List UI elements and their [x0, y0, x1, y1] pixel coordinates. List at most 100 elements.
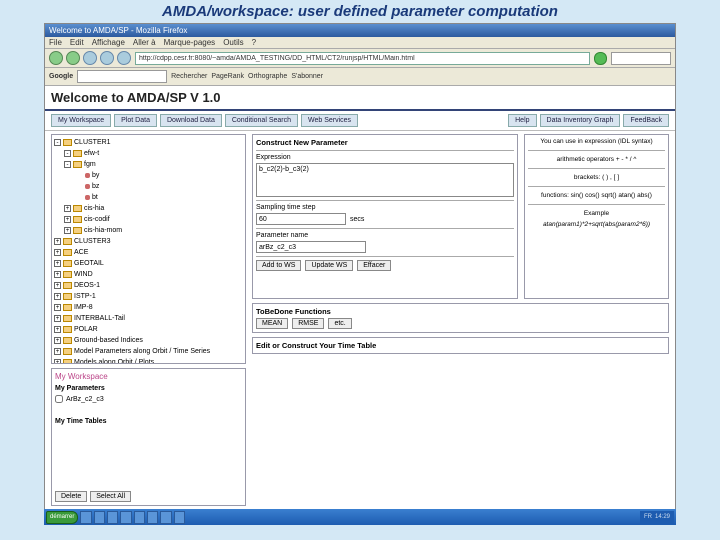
expand-icon[interactable]: + — [54, 359, 61, 364]
delete-button[interactable]: Delete — [55, 491, 87, 502]
tab-help[interactable]: Help — [508, 114, 536, 127]
tree-item[interactable]: +cis-hia — [54, 203, 243, 214]
menu-tools[interactable]: Outils — [223, 38, 243, 47]
taskbar-item[interactable] — [94, 511, 105, 524]
reload-button[interactable] — [83, 51, 97, 65]
tree-item[interactable]: +POLAR — [54, 324, 243, 335]
tree-item[interactable]: +Models along Orbit / Plots — [54, 357, 243, 364]
functions-panel: ToBeDone Functions MEAN RMSE etc. — [252, 303, 669, 333]
expand-icon[interactable]: + — [54, 348, 61, 355]
tree-label: Model Parameters along Orbit / Time Seri… — [74, 346, 210, 357]
folder-icon — [63, 315, 72, 322]
menu-view[interactable]: Affichage — [92, 38, 125, 47]
expand-icon[interactable]: + — [54, 326, 61, 333]
expand-icon[interactable]: + — [54, 271, 61, 278]
start-button[interactable]: démarrer — [46, 511, 78, 524]
expression-input[interactable]: b_c2(2)-b_c3(2) — [256, 163, 514, 197]
data-tree[interactable]: -CLUSTER1-efw-t-fgmbybzbt+cis-hia+cis-co… — [51, 134, 246, 364]
select-all-button[interactable]: Select All — [90, 491, 131, 502]
func-etc-button[interactable]: etc. — [328, 318, 351, 329]
expand-icon[interactable]: + — [64, 227, 71, 234]
taskbar-item[interactable] — [80, 511, 91, 524]
taskbar-item[interactable] — [160, 511, 171, 524]
menu-bookmarks[interactable]: Marque-pages — [164, 38, 216, 47]
google-subscribe[interactable]: S'abonner — [291, 73, 323, 80]
tree-item[interactable]: +cis-hia-mom — [54, 225, 243, 236]
tree-item[interactable]: by — [54, 170, 243, 181]
window-title: Welcome to AMDA/SP - Mozilla Firefox — [49, 26, 187, 35]
tab-webservices[interactable]: Web Services — [301, 114, 358, 127]
google-search-btn[interactable]: Rechercher — [171, 73, 207, 80]
tree-item[interactable]: + Model Parameters along Orbit / Time Ser… — [54, 346, 243, 357]
tree-item[interactable]: +INTERBALL-Tail — [54, 313, 243, 324]
home-button[interactable] — [117, 51, 131, 65]
taskbar-item[interactable] — [147, 511, 158, 524]
param-item[interactable]: ArBz_c2_c3 — [55, 394, 242, 404]
expand-icon[interactable]: - — [64, 150, 71, 157]
browser-search-input[interactable] — [611, 52, 671, 65]
menu-edit[interactable]: Edit — [70, 38, 84, 47]
tree-item[interactable]: +CLUSTER3 — [54, 236, 243, 247]
stop-button[interactable] — [100, 51, 114, 65]
expand-icon[interactable]: + — [64, 205, 71, 212]
update-ws-button[interactable]: Update WS — [305, 260, 353, 271]
expand-icon[interactable]: + — [54, 260, 61, 267]
tree-item[interactable]: bt — [54, 192, 243, 203]
sampling-input[interactable] — [256, 213, 346, 225]
tree-item[interactable]: - CLUSTER1 — [54, 137, 243, 148]
expand-icon[interactable]: - — [64, 161, 71, 168]
expand-icon[interactable]: + — [54, 337, 61, 344]
tab-search[interactable]: Conditional Search — [225, 114, 298, 127]
tab-workspace[interactable]: My Workspace — [51, 114, 111, 127]
tree-label: CLUSTER1 — [74, 137, 111, 148]
expand-icon[interactable]: + — [54, 249, 61, 256]
forward-button[interactable] — [66, 51, 80, 65]
tree-item[interactable]: bz — [54, 181, 243, 192]
param-checkbox[interactable] — [55, 395, 63, 403]
expand-icon[interactable]: - — [54, 139, 61, 146]
expand-icon[interactable]: + — [54, 293, 61, 300]
system-tray[interactable]: FR 14:29 — [640, 511, 674, 524]
tree-item[interactable]: +DEOS-1 — [54, 280, 243, 291]
tab-download[interactable]: Download Data — [160, 114, 222, 127]
func-mean-button[interactable]: MEAN — [256, 318, 288, 329]
effacer-button[interactable]: Effacer — [357, 260, 391, 271]
menu-file[interactable]: File — [49, 38, 62, 47]
add-to-ws-button[interactable]: Add to WS — [256, 260, 301, 271]
expand-icon[interactable]: + — [54, 304, 61, 311]
tree-item[interactable]: +cis-codif — [54, 214, 243, 225]
tree-item[interactable]: +ACE — [54, 247, 243, 258]
tree-item[interactable]: +GEOTAIL — [54, 258, 243, 269]
tree-item[interactable]: -efw-t — [54, 148, 243, 159]
main-area: -CLUSTER1-efw-t-fgmbybzbt+cis-hia+cis-co… — [45, 131, 675, 509]
param-name-input[interactable] — [256, 241, 366, 253]
menu-help[interactable]: ? — [252, 38, 256, 47]
tab-plot[interactable]: Plot Data — [114, 114, 157, 127]
tree-item[interactable]: -fgm — [54, 159, 243, 170]
taskbar-item[interactable] — [120, 511, 131, 524]
folder-icon — [63, 304, 72, 311]
tab-feedback[interactable]: FeedBack — [623, 114, 669, 127]
taskbar-item[interactable] — [107, 511, 118, 524]
menu-goto[interactable]: Aller à — [133, 38, 156, 47]
expand-icon[interactable]: + — [54, 238, 61, 245]
url-input[interactable] — [135, 52, 590, 65]
func-rmse-button[interactable]: RMSE — [292, 318, 324, 329]
taskbar-item[interactable] — [134, 511, 145, 524]
go-button[interactable] — [594, 52, 607, 65]
expand-icon[interactable]: + — [54, 282, 61, 289]
tree-item[interactable]: +ISTP-1 — [54, 291, 243, 302]
expand-icon[interactable]: + — [54, 315, 61, 322]
google-pagerank[interactable]: PageRank — [211, 73, 244, 80]
taskbar-item[interactable] — [174, 511, 185, 524]
google-search-input[interactable] — [77, 70, 167, 83]
back-button[interactable] — [49, 51, 63, 65]
tree-item[interactable]: +IMP-8 — [54, 302, 243, 313]
tree-item[interactable]: +WIND — [54, 269, 243, 280]
folder-icon — [63, 359, 72, 364]
tree-item[interactable]: +Ground-based Indices — [54, 335, 243, 346]
tab-inventory[interactable]: Data Inventory Graph — [540, 114, 621, 127]
folder-icon — [63, 271, 72, 278]
google-spellcheck[interactable]: Orthographe — [248, 73, 287, 80]
expand-icon[interactable]: + — [64, 216, 71, 223]
